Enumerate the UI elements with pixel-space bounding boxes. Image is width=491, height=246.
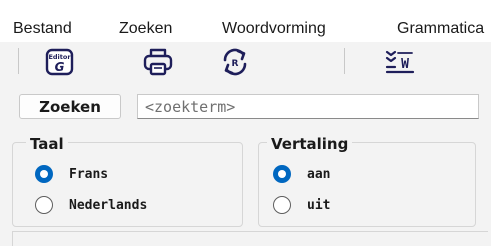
radio-unselected-icon[interactable]: [273, 196, 291, 214]
radio-uit[interactable]: uit: [273, 196, 330, 214]
search-button[interactable]: Zoeken: [19, 94, 121, 119]
radio-aan[interactable]: aan: [273, 165, 330, 183]
radio-label-nederlands: Nederlands: [69, 197, 148, 213]
svg-text:W: W: [401, 57, 409, 72]
language-group-title: Taal: [26, 135, 68, 153]
radio-frans[interactable]: Frans: [35, 165, 108, 183]
translation-group: Vertaling aan uit: [258, 135, 476, 227]
title-strip: [0, 0, 491, 14]
results-panel-edge: [12, 231, 13, 246]
print-icon: [143, 48, 173, 76]
radio-nederlands[interactable]: Nederlands: [35, 196, 147, 214]
svg-text:R: R: [232, 59, 239, 69]
word-list-icon: W: [385, 50, 415, 74]
menu-woordvorming[interactable]: Woordvorming: [222, 20, 326, 38]
refresh-r-button[interactable]: R: [215, 45, 255, 79]
search-row: Zoeken: [0, 84, 491, 128]
toolbar-separator-2: [344, 48, 345, 74]
menu-grammatica[interactable]: Grammatica: [397, 20, 484, 38]
radio-label-aan: aan: [307, 166, 331, 182]
refresh-r-icon: R: [223, 48, 247, 76]
toolbar-separator: [18, 48, 19, 74]
menu-zoeken[interactable]: Zoeken: [119, 20, 172, 38]
results-panel-border: [12, 231, 488, 232]
radio-unselected-icon[interactable]: [35, 196, 53, 214]
radio-selected-icon[interactable]: [35, 165, 53, 183]
radio-selected-icon[interactable]: [273, 165, 291, 183]
menu-bestand[interactable]: Bestand: [13, 20, 72, 38]
radio-label-uit: uit: [307, 197, 331, 213]
menu-bar: Bestand Zoeken Woordvorming Grammatica: [0, 14, 491, 42]
translation-group-title: Vertaling: [267, 135, 353, 153]
language-group: Taal Frans Nederlands: [12, 135, 243, 227]
print-button[interactable]: [138, 45, 178, 79]
editor-g-button[interactable]: Editor G: [40, 45, 80, 79]
radio-label-frans: Frans: [69, 166, 109, 182]
svg-text:G: G: [55, 60, 65, 74]
editor-g-icon: Editor G: [45, 48, 74, 76]
search-input[interactable]: [137, 94, 479, 119]
toolbar: Editor G R W: [0, 42, 491, 84]
word-list-button[interactable]: W: [380, 45, 420, 79]
